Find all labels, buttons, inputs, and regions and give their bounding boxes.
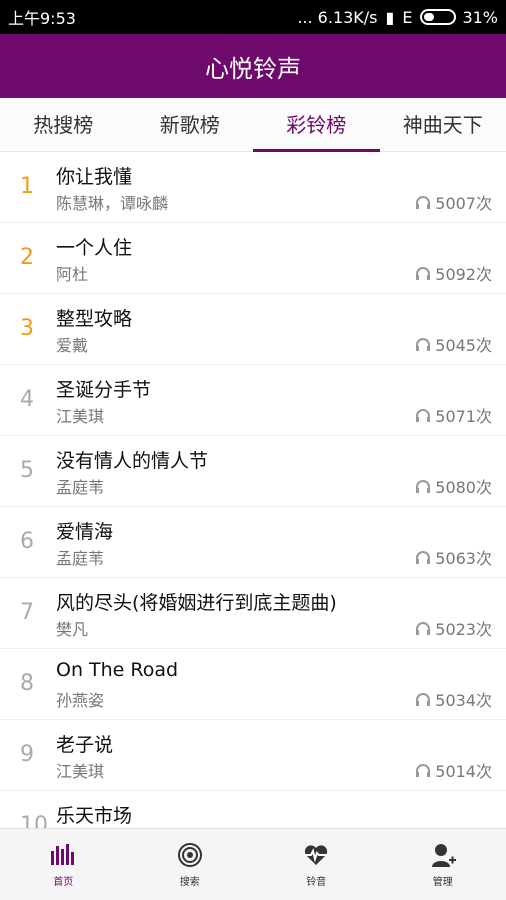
- tab-hit-songs[interactable]: 神曲天下: [380, 98, 506, 151]
- song-row[interactable]: 1 你让我懂 陈慧琳，谭咏麟 5007次: [0, 152, 506, 223]
- tab-new-songs[interactable]: 新歌榜: [127, 98, 254, 151]
- status-right: ... 6.13K/s ▮ E 31%: [297, 8, 498, 27]
- song-artist: 江美琪: [56, 762, 105, 781]
- target-icon: [177, 843, 202, 867]
- song-title: 老子说: [56, 734, 114, 756]
- song-row[interactable]: 10 乐天市场: [0, 791, 506, 828]
- song-rank: 8: [20, 671, 34, 696]
- bottom-navigation: 首页 搜索 铃音 管理: [0, 828, 506, 900]
- song-title: 没有情人的情人节: [56, 450, 209, 472]
- nav-ringtone-label: 铃音: [306, 877, 327, 888]
- headphone-icon: [416, 480, 431, 493]
- song-artist: 江美琪: [56, 407, 105, 426]
- tab-bar: 热搜榜 新歌榜 彩铃榜 神曲天下: [0, 98, 506, 152]
- song-artist: 爱戴: [56, 336, 89, 355]
- battery-icon: [420, 9, 457, 25]
- status-network: ... 6.13K/s: [297, 7, 378, 27]
- nav-manage-label: 管理: [432, 877, 453, 888]
- play-count-text: 5063次: [435, 549, 492, 568]
- song-title: On The Road: [56, 659, 179, 681]
- play-count: 5092次: [415, 261, 492, 285]
- song-title: 你让我懂: [56, 166, 133, 188]
- song-title: 整型攻略: [56, 308, 133, 330]
- headphone-icon: [416, 622, 431, 635]
- song-title: 风的尽头(将婚姻进行到底主题曲): [56, 592, 337, 614]
- play-count-text: 5007次: [435, 194, 492, 213]
- status-bar: 上午9:53 ... 6.13K/s ▮ E 31%: [0, 0, 506, 34]
- song-artist: 陈慧琳，谭咏麟: [56, 194, 169, 213]
- app-bar: 心悦铃声: [0, 34, 506, 98]
- app-title: 心悦铃声: [205, 54, 301, 83]
- play-count: 5071次: [415, 403, 492, 427]
- play-count: 5080次: [415, 474, 492, 498]
- song-title: 圣诞分手节: [56, 379, 152, 401]
- headphone-icon: [416, 409, 431, 422]
- play-count: 5014次: [415, 758, 492, 782]
- song-rank: 4: [20, 387, 34, 412]
- song-row[interactable]: 8 On The Road 孙燕姿 5034次: [0, 649, 506, 720]
- battery-text: 31%: [462, 7, 498, 27]
- song-row[interactable]: 7 风的尽头(将婚姻进行到底主题曲) 樊凡 5023次: [0, 578, 506, 649]
- user-plus-icon: [431, 844, 456, 867]
- play-count-text: 5014次: [435, 762, 492, 781]
- song-rank: 5: [20, 458, 34, 483]
- equalizer-icon: [51, 844, 75, 865]
- song-row[interactable]: 3 整型攻略 爱戴 5045次: [0, 294, 506, 365]
- song-artist: 樊凡: [56, 620, 89, 639]
- headphone-icon: [416, 196, 431, 209]
- play-count: 5045次: [415, 332, 492, 356]
- song-rank: 1: [20, 174, 34, 199]
- song-artist: 阿杜: [56, 265, 89, 284]
- play-count-text: 5080次: [435, 478, 492, 497]
- song-row[interactable]: 9 老子说 江美琪 5014次: [0, 720, 506, 791]
- song-title: 爱情海: [56, 521, 114, 543]
- tab-ringtone-chart[interactable]: 彩铃榜: [253, 98, 380, 152]
- play-count-text: 5071次: [435, 407, 492, 426]
- headphone-icon: [416, 267, 431, 280]
- song-title: 乐天市场: [56, 805, 133, 827]
- signal-icon: ▮: [385, 7, 395, 27]
- song-artist: 孟庭苇: [56, 478, 105, 497]
- nav-home[interactable]: 首页: [0, 829, 127, 900]
- nav-manage[interactable]: 管理: [380, 829, 506, 900]
- headphone-icon: [416, 338, 431, 351]
- headphone-icon: [416, 693, 431, 706]
- song-rank: 9: [20, 742, 34, 767]
- signal-type: E: [402, 7, 413, 27]
- nav-home-label: 首页: [53, 877, 74, 888]
- song-row[interactable]: 5 没有情人的情人节 孟庭苇 5080次: [0, 436, 506, 507]
- play-count-text: 5092次: [435, 265, 492, 284]
- song-row[interactable]: 2 一个人住 阿杜 5092次: [0, 223, 506, 294]
- play-count-text: 5023次: [435, 620, 492, 639]
- play-count: 5034次: [415, 687, 492, 711]
- song-title: 一个人住: [56, 237, 133, 259]
- headphone-icon: [416, 551, 431, 564]
- play-count: 5023次: [415, 616, 492, 640]
- play-count: 5063次: [415, 545, 492, 569]
- song-artist: 孟庭苇: [56, 549, 105, 568]
- nav-ringtone[interactable]: 铃音: [253, 829, 380, 900]
- battery-indicator: 31%: [420, 8, 498, 27]
- status-time: 上午9:53: [8, 9, 76, 28]
- song-rank: 10: [20, 813, 48, 828]
- nav-search[interactable]: 搜索: [127, 829, 254, 900]
- nav-search-label: 搜索: [179, 877, 200, 888]
- play-count-text: 5045次: [435, 336, 492, 355]
- song-rank: 7: [20, 600, 34, 625]
- song-rank: 3: [20, 316, 34, 341]
- tab-hot-search[interactable]: 热搜榜: [0, 98, 127, 151]
- heartbeat-icon: [304, 845, 329, 865]
- play-count: 5007次: [415, 190, 492, 214]
- song-list: 1 你让我懂 陈慧琳，谭咏麟 5007次 2 一个人住 阿杜 5092次 3 整…: [0, 152, 506, 828]
- song-rank: 6: [20, 529, 34, 554]
- play-count-text: 5034次: [435, 691, 492, 710]
- headphone-icon: [416, 764, 431, 777]
- song-artist: 孙燕姿: [56, 691, 105, 710]
- song-row[interactable]: 4 圣诞分手节 江美琪 5071次: [0, 365, 506, 436]
- song-rank: 2: [20, 245, 34, 270]
- song-row[interactable]: 6 爱情海 孟庭苇 5063次: [0, 507, 506, 578]
